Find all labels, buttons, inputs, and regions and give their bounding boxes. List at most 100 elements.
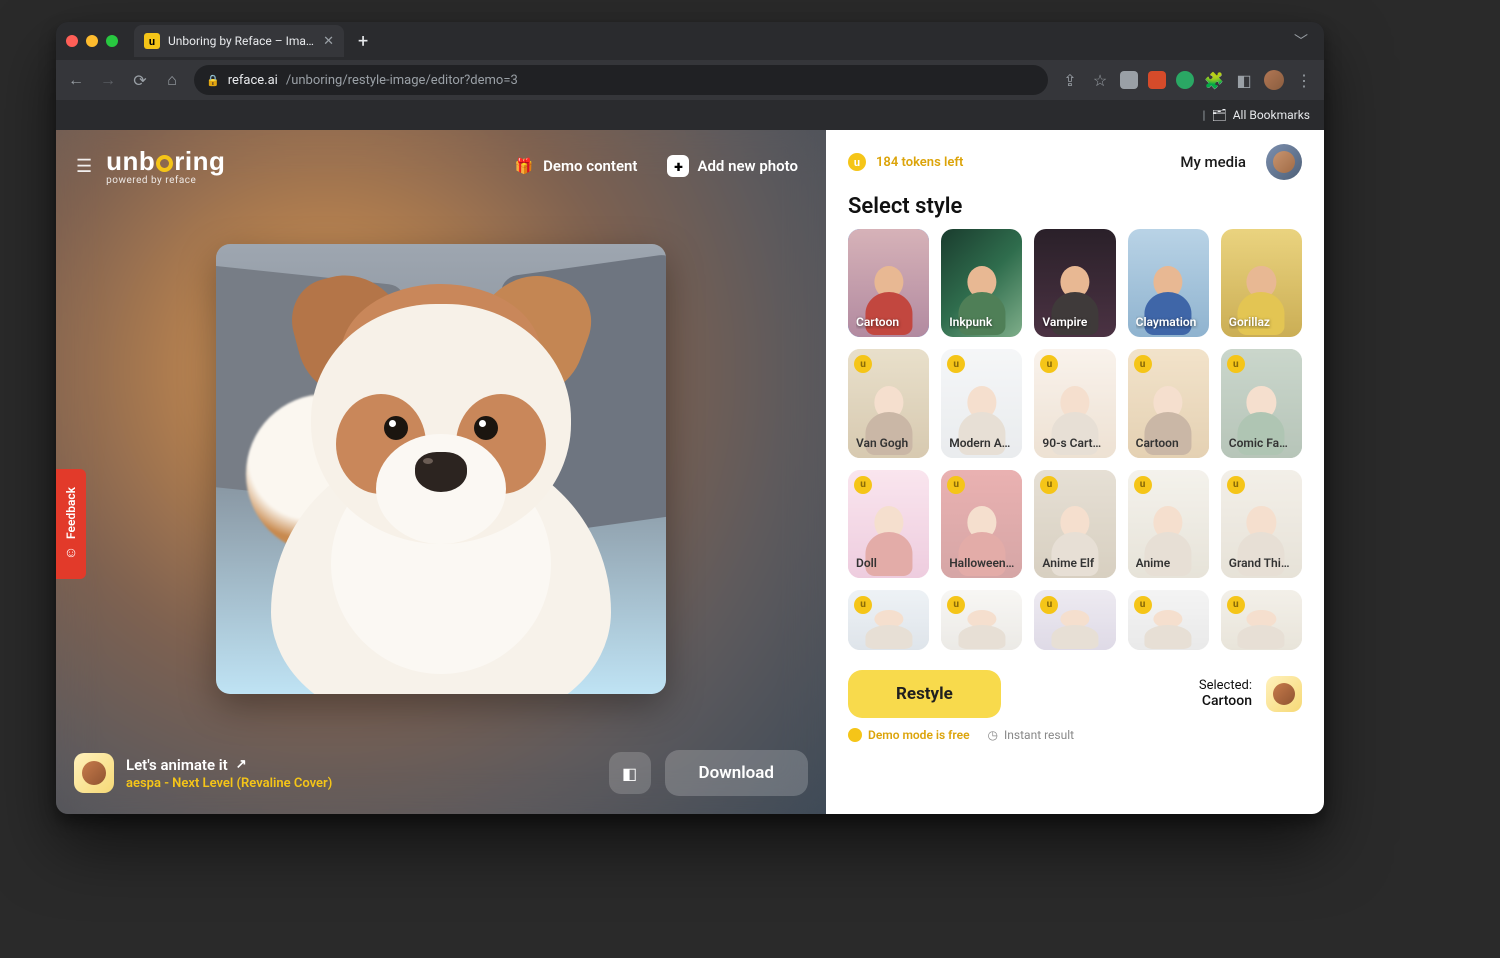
restyle-bar: Restyle Selected: Cartoon (826, 660, 1324, 728)
extensions-puzzle-icon[interactable]: 🧩 (1204, 71, 1224, 90)
style-card[interactable]: u (941, 590, 1022, 650)
user-avatar[interactable] (1266, 144, 1302, 180)
favicon-icon: u (144, 33, 160, 49)
hints-row: Demo mode is free ◷ Instant result (826, 728, 1324, 754)
url-host: reface.ai (228, 73, 278, 88)
select-style-heading: Select style (826, 186, 1324, 229)
download-button[interactable]: Download (665, 750, 808, 796)
demo-content-label: Demo content (543, 157, 637, 175)
logo-subtitle: powered by reface (106, 175, 225, 186)
premium-badge-icon: u (947, 355, 965, 373)
style-card[interactable]: u (848, 590, 929, 650)
tokens-left-label[interactable]: 184 tokens left (876, 155, 963, 170)
style-label: Cartoon (856, 315, 921, 329)
address-bar[interactable]: 🔒 reface.ai/unboring/restyle-image/edito… (194, 65, 1048, 95)
clock-icon: ◷ (988, 728, 998, 742)
browser-window: u Unboring by Reface – Image R ✕ + ﹀ ← →… (56, 22, 1324, 814)
my-media-button[interactable]: My media (1180, 153, 1246, 171)
feedback-tab[interactable]: Feedback ☺ (56, 469, 86, 579)
style-card[interactable]: u Grand Thie… (1221, 470, 1302, 578)
profile-avatar-icon[interactable] (1264, 70, 1284, 90)
reload-icon[interactable]: ⟳ (130, 71, 150, 90)
feedback-label: Feedback (64, 487, 78, 539)
editor-panel: Feedback ☺ ☰ unbring powered by reface 🎁… (56, 130, 826, 814)
style-label: Gorillaz (1229, 315, 1294, 329)
selected-label: Selected: (1199, 678, 1252, 693)
all-bookmarks-button[interactable]: All Bookmarks (1233, 108, 1310, 122)
sidepanel-icon[interactable]: ◧ (1234, 71, 1254, 90)
app-root: Feedback ☺ ☰ unbring powered by reface 🎁… (56, 130, 1324, 814)
styles-grid: Cartoon Inkpunk VampireClaymation Gorillaz u… (826, 229, 1324, 660)
style-card[interactable]: u (1034, 590, 1115, 650)
animate-suggestion[interactable]: Let's animate it ↗ aespa - Next Level (R… (74, 753, 332, 793)
style-label: Modern An… (949, 436, 1014, 450)
instant-result-label: Instant result (1004, 728, 1074, 742)
style-card[interactable]: uDoll (848, 470, 929, 578)
token-icon (848, 728, 862, 742)
kebab-menu-icon[interactable]: ⋮ (1294, 71, 1314, 90)
style-card[interactable]: uAnime Elf (1034, 470, 1115, 578)
style-card[interactable]: uCartoon (1128, 349, 1209, 457)
selected-value: Cartoon (1199, 693, 1252, 709)
url-path: /unboring/restyle-image/editor?demo=3 (286, 73, 518, 88)
style-card[interactable]: u 90-s Carto… (1034, 349, 1115, 457)
add-new-photo-button[interactable]: + Add new photo (659, 149, 806, 183)
compare-toggle-button[interactable]: ◧ (609, 752, 651, 794)
titlebar: u Unboring by Reface – Image R ✕ + ﹀ (56, 22, 1324, 60)
tabs-overflow-icon[interactable]: ﹀ (1288, 27, 1314, 55)
arrow-up-right-icon: ↗ (236, 757, 247, 772)
animate-subtitle: aespa - Next Level (Revaline Cover) (126, 776, 332, 791)
instant-result-chip: ◷ Instant result (988, 728, 1075, 742)
hamburger-menu-icon[interactable]: ☰ (76, 156, 92, 177)
share-icon[interactable]: ⇪ (1060, 71, 1080, 90)
style-card[interactable]: Claymation (1128, 229, 1209, 337)
left-footer: Let's animate it ↗ aespa - Next Level (R… (56, 736, 826, 814)
compare-icon: ◧ (622, 764, 637, 783)
toolbar-right-cluster: ⇪ ☆ 🧩 ◧ ⋮ (1060, 70, 1314, 90)
style-card[interactable]: u (1221, 590, 1302, 650)
new-tab-button[interactable]: + (358, 31, 368, 52)
style-card[interactable]: Inkpunk (941, 229, 1022, 337)
style-label: Inkpunk (949, 315, 1014, 329)
premium-badge-icon: u (1040, 476, 1058, 494)
style-card[interactable]: Vampire (1034, 229, 1115, 337)
logo-ring-icon (156, 155, 173, 172)
premium-badge-icon: u (1227, 476, 1245, 494)
premium-badge-icon: u (1227, 355, 1245, 373)
style-card[interactable]: uAnime (1128, 470, 1209, 578)
home-icon[interactable]: ⌂ (162, 70, 182, 90)
style-card[interactable]: uHalloween … (941, 470, 1022, 578)
close-tab-icon[interactable]: ✕ (323, 34, 334, 49)
selected-summary: Selected: Cartoon (1199, 678, 1252, 709)
premium-badge-icon: u (1134, 596, 1152, 614)
restyle-button[interactable]: Restyle (848, 670, 1001, 718)
bookmark-star-icon[interactable]: ☆ (1090, 71, 1110, 90)
brand-logo[interactable]: unbring powered by reface (106, 146, 225, 186)
style-label: Comic Fan… (1229, 436, 1294, 450)
extension-icon[interactable] (1176, 71, 1194, 89)
style-card[interactable]: uVan Gogh (848, 349, 929, 457)
add-new-photo-label: Add new photo (697, 157, 798, 175)
style-card[interactable]: Cartoon (848, 229, 929, 337)
style-card[interactable]: u (1128, 590, 1209, 650)
style-card[interactable]: Gorillaz (1221, 229, 1302, 337)
style-label: Grand Thie… (1229, 556, 1294, 570)
maximize-window-button[interactable] (106, 35, 118, 47)
close-window-button[interactable] (66, 35, 78, 47)
style-card[interactable]: u Comic Fan… (1221, 349, 1302, 457)
premium-badge-icon: u (1040, 355, 1058, 373)
browser-tab[interactable]: u Unboring by Reface – Image R ✕ (134, 25, 344, 57)
extension-icon[interactable] (1120, 71, 1138, 89)
style-card[interactable]: u Modern An… (941, 349, 1022, 457)
premium-badge-icon: u (947, 476, 965, 494)
preview-image[interactable] (216, 244, 666, 694)
style-label: 90-s Carto… (1042, 436, 1107, 450)
demo-content-button[interactable]: 🎁 Demo content (505, 149, 645, 183)
extension-icon[interactable] (1148, 71, 1166, 89)
minimize-window-button[interactable] (86, 35, 98, 47)
forward-icon[interactable]: → (98, 70, 118, 90)
back-icon[interactable]: ← (66, 70, 86, 90)
folder-icon: 🗂 (1211, 108, 1226, 122)
premium-badge-icon: u (1040, 596, 1058, 614)
style-label: Van Gogh (856, 436, 921, 450)
